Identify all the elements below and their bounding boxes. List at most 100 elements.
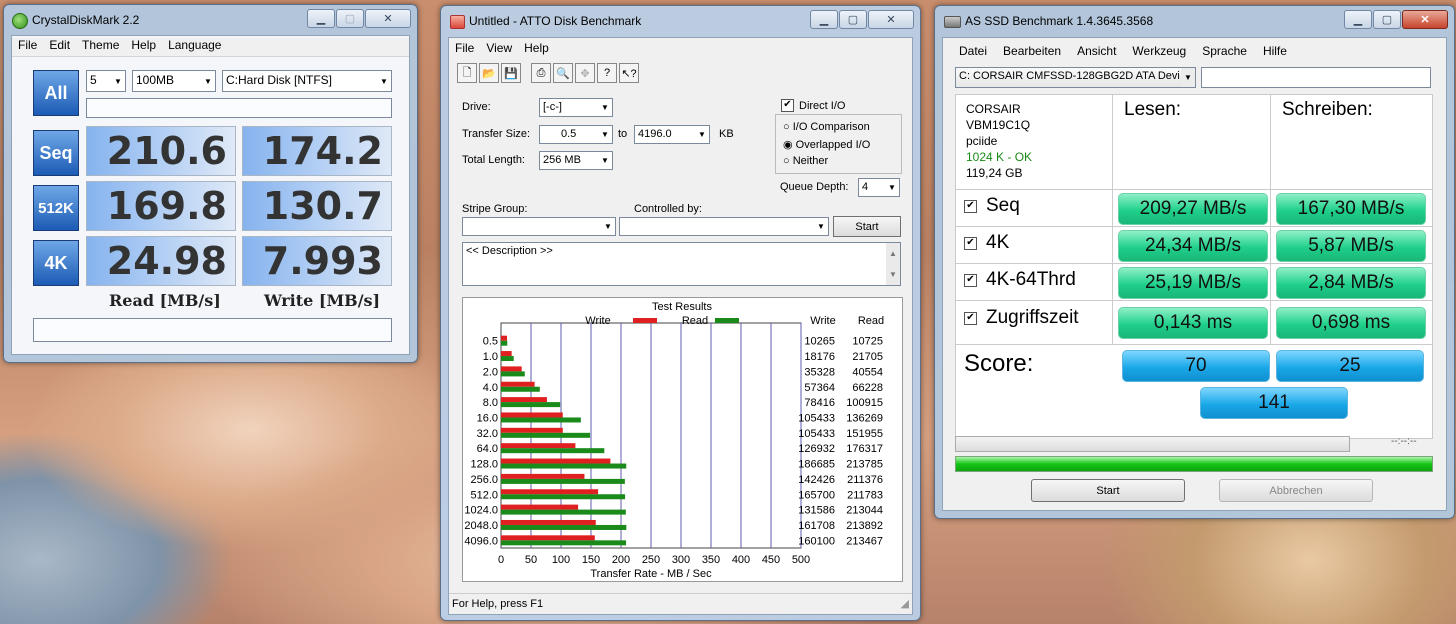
transfer-to-select[interactable]: 4196.0 ▼	[634, 125, 710, 144]
row-divider	[956, 226, 1432, 227]
asssd-window: AS SSD Benchmark 1.4.3645.3568 ▁ ▢ ✕ Dat…	[934, 5, 1455, 519]
move-icon[interactable]: ✥	[575, 63, 595, 83]
category-label: 256.0	[470, 474, 498, 486]
4k-64thrd-row-label[interactable]: ✔ 4K-64Thrd	[964, 269, 1076, 291]
device-select[interactable]: C: CORSAIR CMFSSD-128GBG2D ATA Devi ▼	[955, 67, 1196, 88]
atto-titlebar[interactable]: Untitled - ATTO Disk Benchmark ▁ ▢ ✕	[441, 6, 920, 36]
elapsed-time: --:--:--	[1391, 436, 1417, 447]
menu-help[interactable]: Help	[518, 41, 555, 57]
drive-alignment: 1024 K - OK	[966, 150, 1033, 164]
menu-language[interactable]: Language	[162, 38, 227, 56]
maximize-button[interactable]: ▢	[839, 10, 867, 29]
category-label: 4096.0	[464, 535, 498, 547]
radio-empty-icon: ○	[783, 121, 793, 133]
read-value: 100915	[846, 397, 883, 409]
minimize-button[interactable]: ▁	[810, 10, 838, 29]
print-icon[interactable]: ⎙	[531, 63, 551, 83]
neither-radio[interactable]: ○ Neither	[783, 155, 828, 167]
drive-select[interactable]: C:Hard Disk [NTFS] ▼	[222, 70, 392, 92]
save-icon[interactable]: 💾	[501, 63, 521, 83]
checkbox-checked-icon: ✔	[781, 99, 794, 112]
close-button[interactable]: ✕	[868, 10, 914, 29]
asssd-window-title: AS SSD Benchmark 1.4.3645.3568	[965, 14, 1154, 28]
crystal-titlebar[interactable]: CrystalDiskMark 2.2 ▁ ▢ ✕	[4, 5, 417, 35]
row-divider	[956, 263, 1432, 264]
total-length-label: Total Length:	[462, 154, 525, 166]
size-select[interactable]: 100MB ▼	[132, 70, 216, 92]
all-button[interactable]: All	[33, 70, 79, 116]
minimize-button[interactable]: ▁	[307, 9, 335, 28]
seq-row-label[interactable]: ✔ Seq	[964, 195, 1020, 217]
write-value: 10265	[804, 336, 835, 348]
read-bar	[501, 356, 514, 362]
direct-io-checkbox[interactable]: ✔ Direct I/O	[781, 99, 845, 112]
x-tick-label: 500	[792, 554, 810, 566]
controlled-by-select[interactable]: ▼	[619, 217, 829, 236]
atto-menubar: File View Help	[449, 41, 555, 57]
menu-datei[interactable]: Datei	[953, 44, 993, 58]
start-button[interactable]: Start	[833, 216, 901, 237]
resize-grip-icon[interactable]: ◢	[901, 594, 909, 614]
menu-file[interactable]: File	[449, 41, 480, 57]
read-value: 66228	[852, 382, 883, 394]
access-time-row-label[interactable]: ✔ Zugriffszeit	[964, 307, 1079, 329]
512k-button[interactable]: 512K	[33, 185, 79, 231]
about-icon[interactable]: ?	[597, 63, 617, 83]
4k-64thrd-read-value: 25,19 MB/s	[1118, 267, 1268, 299]
test-results-chart: 0 50 100 150 200 250 300 350 400 450 500 Transfer R…	[464, 301, 884, 580]
score-total-value: 141	[1200, 387, 1348, 419]
runs-select[interactable]: 5 ▼	[86, 70, 126, 92]
menu-theme[interactable]: Theme	[76, 38, 125, 56]
maximize-button[interactable]: ▢	[336, 9, 364, 28]
asssd-titlebar[interactable]: AS SSD Benchmark 1.4.3645.3568 ▁ ▢ ✕	[935, 6, 1454, 36]
status-bar: For Help, press F1 ◢	[449, 593, 912, 614]
x-tick-label: 350	[702, 554, 720, 566]
progress-bar-empty	[955, 436, 1350, 452]
category-label: 2.0	[483, 366, 498, 378]
overlapped-io-radio[interactable]: ◉ Overlapped I/O	[783, 138, 870, 151]
category-label: 64.0	[477, 443, 498, 455]
comment-field[interactable]	[86, 98, 392, 118]
stripe-group-select[interactable]: ▼	[462, 217, 616, 236]
total-length-select[interactable]: 256 MB ▼	[539, 151, 613, 170]
maximize-button[interactable]: ▢	[1373, 10, 1401, 29]
menu-sprache[interactable]: Sprache	[1192, 44, 1253, 58]
open-folder-icon[interactable]: 📂	[479, 63, 499, 83]
write-value: 165700	[798, 489, 835, 501]
start-button[interactable]: Start	[1031, 479, 1185, 502]
device-name-input[interactable]	[1201, 67, 1431, 88]
queue-depth-value: 4	[862, 181, 869, 193]
print-preview-icon[interactable]: 🔍	[553, 63, 573, 83]
queue-depth-select[interactable]: 4 ▼	[858, 178, 900, 197]
category-label: 4.0	[483, 382, 498, 394]
menu-werkzeug[interactable]: Werkzeug	[1122, 44, 1192, 58]
minimize-button[interactable]: ▁	[1344, 10, 1372, 29]
drive-select[interactable]: [-c-] ▼	[539, 98, 613, 117]
chevron-down-icon: ▼	[601, 130, 609, 139]
cancel-button[interactable]: Abbrechen	[1219, 479, 1373, 502]
io-comparison-radio[interactable]: ○ I/O Comparison	[783, 121, 870, 133]
read-value: 213892	[846, 520, 883, 532]
read-value: 176317	[846, 443, 883, 455]
write-value: 131586	[798, 505, 835, 517]
menu-help[interactable]: Help	[125, 38, 162, 56]
menu-file[interactable]: File	[12, 38, 43, 56]
seq-button[interactable]: Seq	[33, 130, 79, 176]
4k-button[interactable]: 4K	[33, 240, 79, 286]
close-button[interactable]: ✕	[1402, 10, 1448, 29]
close-button[interactable]: ✕	[365, 9, 411, 28]
category-label: 2048.0	[464, 520, 498, 532]
menu-ansicht[interactable]: Ansicht	[1067, 44, 1122, 58]
4k-row-label[interactable]: ✔ 4K	[964, 232, 1009, 254]
new-file-icon[interactable]: 🗋	[457, 63, 477, 83]
description-scrollbar[interactable]: ▲ ▼	[886, 243, 900, 285]
menu-hilfe[interactable]: Hilfe	[1253, 44, 1293, 58]
transfer-size-label: Transfer Size:	[462, 128, 531, 140]
atto-client: File View Help 🗋 📂 💾 ⎙ 🔍 ✥ ? ↖? Drive: […	[448, 37, 913, 615]
context-help-icon[interactable]: ↖?	[619, 63, 639, 83]
menu-bearbeiten[interactable]: Bearbeiten	[993, 44, 1067, 58]
menu-edit[interactable]: Edit	[43, 38, 76, 56]
description-textarea[interactable]: << Description >> ▲ ▼	[462, 242, 901, 286]
transfer-from-select[interactable]: 0.5 ▼	[539, 125, 613, 144]
menu-view[interactable]: View	[480, 41, 518, 57]
